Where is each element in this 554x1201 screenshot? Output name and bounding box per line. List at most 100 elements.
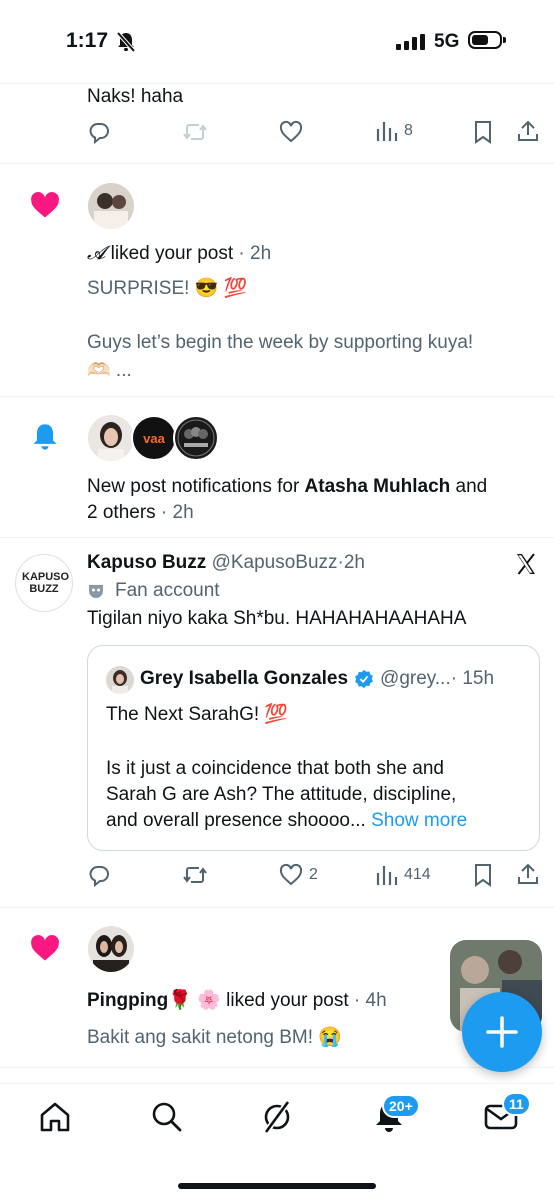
avatar[interactable] — [88, 926, 134, 972]
avatar[interactable]: KAPUSO BUZZ — [15, 554, 73, 612]
network-type: 5G — [434, 31, 460, 52]
grok-tab[interactable] — [260, 1099, 294, 1140]
bookmark-button[interactable] — [472, 863, 494, 887]
account-name[interactable]: Atasha Muhlach — [305, 476, 451, 497]
repost-button[interactable] — [182, 863, 208, 887]
show-more-link[interactable]: Show more — [366, 810, 467, 831]
post-preview-line: Bakit ang sakit netong BM! 😭 — [87, 1027, 342, 1048]
views-count: 414 — [404, 866, 431, 883]
quoted-text-line: Is it just a coincidence that both she a… — [106, 758, 444, 779]
avatar[interactable] — [88, 183, 134, 229]
notification-time: · 2h — [155, 502, 194, 523]
compose-button[interactable] — [462, 992, 542, 1072]
notification-suffix: and — [450, 476, 488, 497]
quoted-text-line: and overall presence shoooo... Show more — [106, 808, 467, 834]
author-name[interactable]: Kapuso Buzz — [87, 552, 206, 573]
avatar[interactable] — [173, 415, 219, 461]
share-icon — [518, 863, 538, 884]
x-logo-icon[interactable] — [514, 552, 538, 581]
divider — [0, 83, 554, 84]
notification-text: New post notifications for Atasha Muhlac… — [87, 474, 487, 500]
notification-like[interactable]: 𝓐 liked your post · 2h SURPRISE! 😎 💯 Guy… — [0, 164, 554, 396]
avatar-text: vaa — [143, 430, 165, 446]
like-button[interactable] — [279, 120, 303, 144]
repost-button[interactable] — [182, 120, 208, 144]
notification-prefix: New post notifications for — [87, 476, 305, 497]
repost-icon — [183, 124, 207, 140]
tweet-action-bar: 2 414 — [0, 860, 554, 894]
views-button[interactable]: 414 — [376, 864, 431, 886]
search-tab[interactable] — [150, 1100, 184, 1139]
notification-text: 𝓐 liked your post · 2h — [87, 240, 271, 267]
quoted-handle[interactable]: @grey... — [380, 666, 451, 692]
quoted-text-truncated: and overall presence shoooo... — [106, 810, 366, 831]
bookmark-icon — [475, 121, 491, 144]
avatar-logo-text: KAPUSO BUZZ — [22, 571, 70, 595]
bookmark-button[interactable] — [472, 120, 494, 144]
notifications-tab[interactable]: 20+ — [372, 1094, 420, 1139]
notifications-badge: 20+ — [382, 1094, 420, 1118]
post-text: Naks! haha — [87, 86, 184, 107]
author-handle[interactable]: @KapusoBuzz — [212, 552, 338, 573]
tweet-time: ·2h — [337, 552, 365, 573]
avatar[interactable] — [106, 666, 134, 694]
post-action-bar: 8 — [0, 116, 554, 150]
tweet[interactable]: KAPUSO BUZZ Kapuso Buzz @KapusoBuzz·2h F… — [0, 538, 554, 908]
notification-time: · 4h — [348, 990, 387, 1011]
battery-icon — [468, 31, 506, 49]
tweet-header: Kapuso Buzz @KapusoBuzz·2h — [87, 550, 365, 576]
post-preview-line: 🫶🏻 ... — [87, 360, 132, 381]
like-count: 2 — [309, 866, 318, 883]
notification-action: liked your post — [105, 243, 234, 264]
like-button[interactable]: 2 — [279, 863, 318, 887]
share-button[interactable] — [516, 119, 540, 143]
plus-icon — [486, 1016, 518, 1048]
notification-text-line2: 2 others · 2h — [87, 500, 194, 526]
signal-strength-icon — [396, 34, 426, 55]
mask-icon — [89, 585, 103, 598]
home-tab[interactable] — [38, 1100, 72, 1139]
quoted-text-line: Sarah G are Ash? The attitude, disciplin… — [106, 784, 457, 805]
views-count: 8 — [404, 122, 413, 139]
tweet-text: Tigilan niyo kaka Sh*bu. HAHAHAHAAHAHA — [87, 608, 467, 629]
analytics-icon — [376, 866, 398, 885]
post-preview-line: Guys let’s begin the week by supporting … — [87, 332, 474, 353]
avatar[interactable] — [88, 415, 134, 461]
notification-text: Pingping🌹 🌸 liked your post · 4h — [87, 988, 387, 1014]
heart-filled-icon — [30, 934, 60, 967]
heart-icon — [279, 120, 303, 143]
heart-icon — [279, 863, 303, 886]
verified-badge-icon — [355, 669, 373, 689]
post-preview-line: SURPRISE! 😎 💯 — [87, 278, 248, 299]
reply-icon — [89, 866, 109, 887]
status-bar: 1:17 5G — [0, 0, 554, 84]
notification-new-posts[interactable]: vaa New post notifications for Atasha Mu… — [0, 397, 554, 537]
bookmark-icon — [475, 864, 491, 887]
quoted-author-name[interactable]: Grey Isabella Gonzales — [140, 666, 348, 692]
share-icon — [518, 120, 538, 141]
quoted-time: · 15h — [450, 668, 495, 689]
notification-action: liked your post — [220, 990, 349, 1011]
status-time: 1:17 — [66, 29, 109, 52]
avatar[interactable]: vaa — [131, 415, 177, 461]
others-count[interactable]: 2 others — [87, 502, 156, 523]
notification-time: · 2h — [233, 243, 272, 264]
share-button[interactable] — [516, 862, 540, 886]
reply-button[interactable] — [87, 120, 111, 144]
quoted-tweet[interactable]: Grey Isabella Gonzales @grey... · 15h Th… — [87, 645, 540, 851]
account-label-text: Fan account — [115, 580, 220, 601]
home-indicator — [178, 1183, 376, 1189]
home-icon — [40, 1102, 70, 1132]
liker-name[interactable]: 𝓐 — [87, 242, 105, 264]
quoted-header: Grey Isabella Gonzales @grey... · 15h — [140, 666, 494, 692]
reply-button[interactable] — [87, 863, 111, 887]
heart-filled-icon — [30, 191, 60, 224]
account-label: Fan account — [87, 578, 220, 604]
liker-name[interactable]: Pingping — [87, 990, 168, 1011]
quoted-text-line: The Next SarahG! 💯 — [106, 704, 289, 725]
views-button[interactable]: 8 — [376, 120, 413, 142]
messages-tab[interactable]: 11 — [484, 1092, 531, 1137]
search-icon — [152, 1102, 182, 1132]
grok-icon — [263, 1100, 291, 1134]
silent-mode-icon — [116, 31, 136, 58]
